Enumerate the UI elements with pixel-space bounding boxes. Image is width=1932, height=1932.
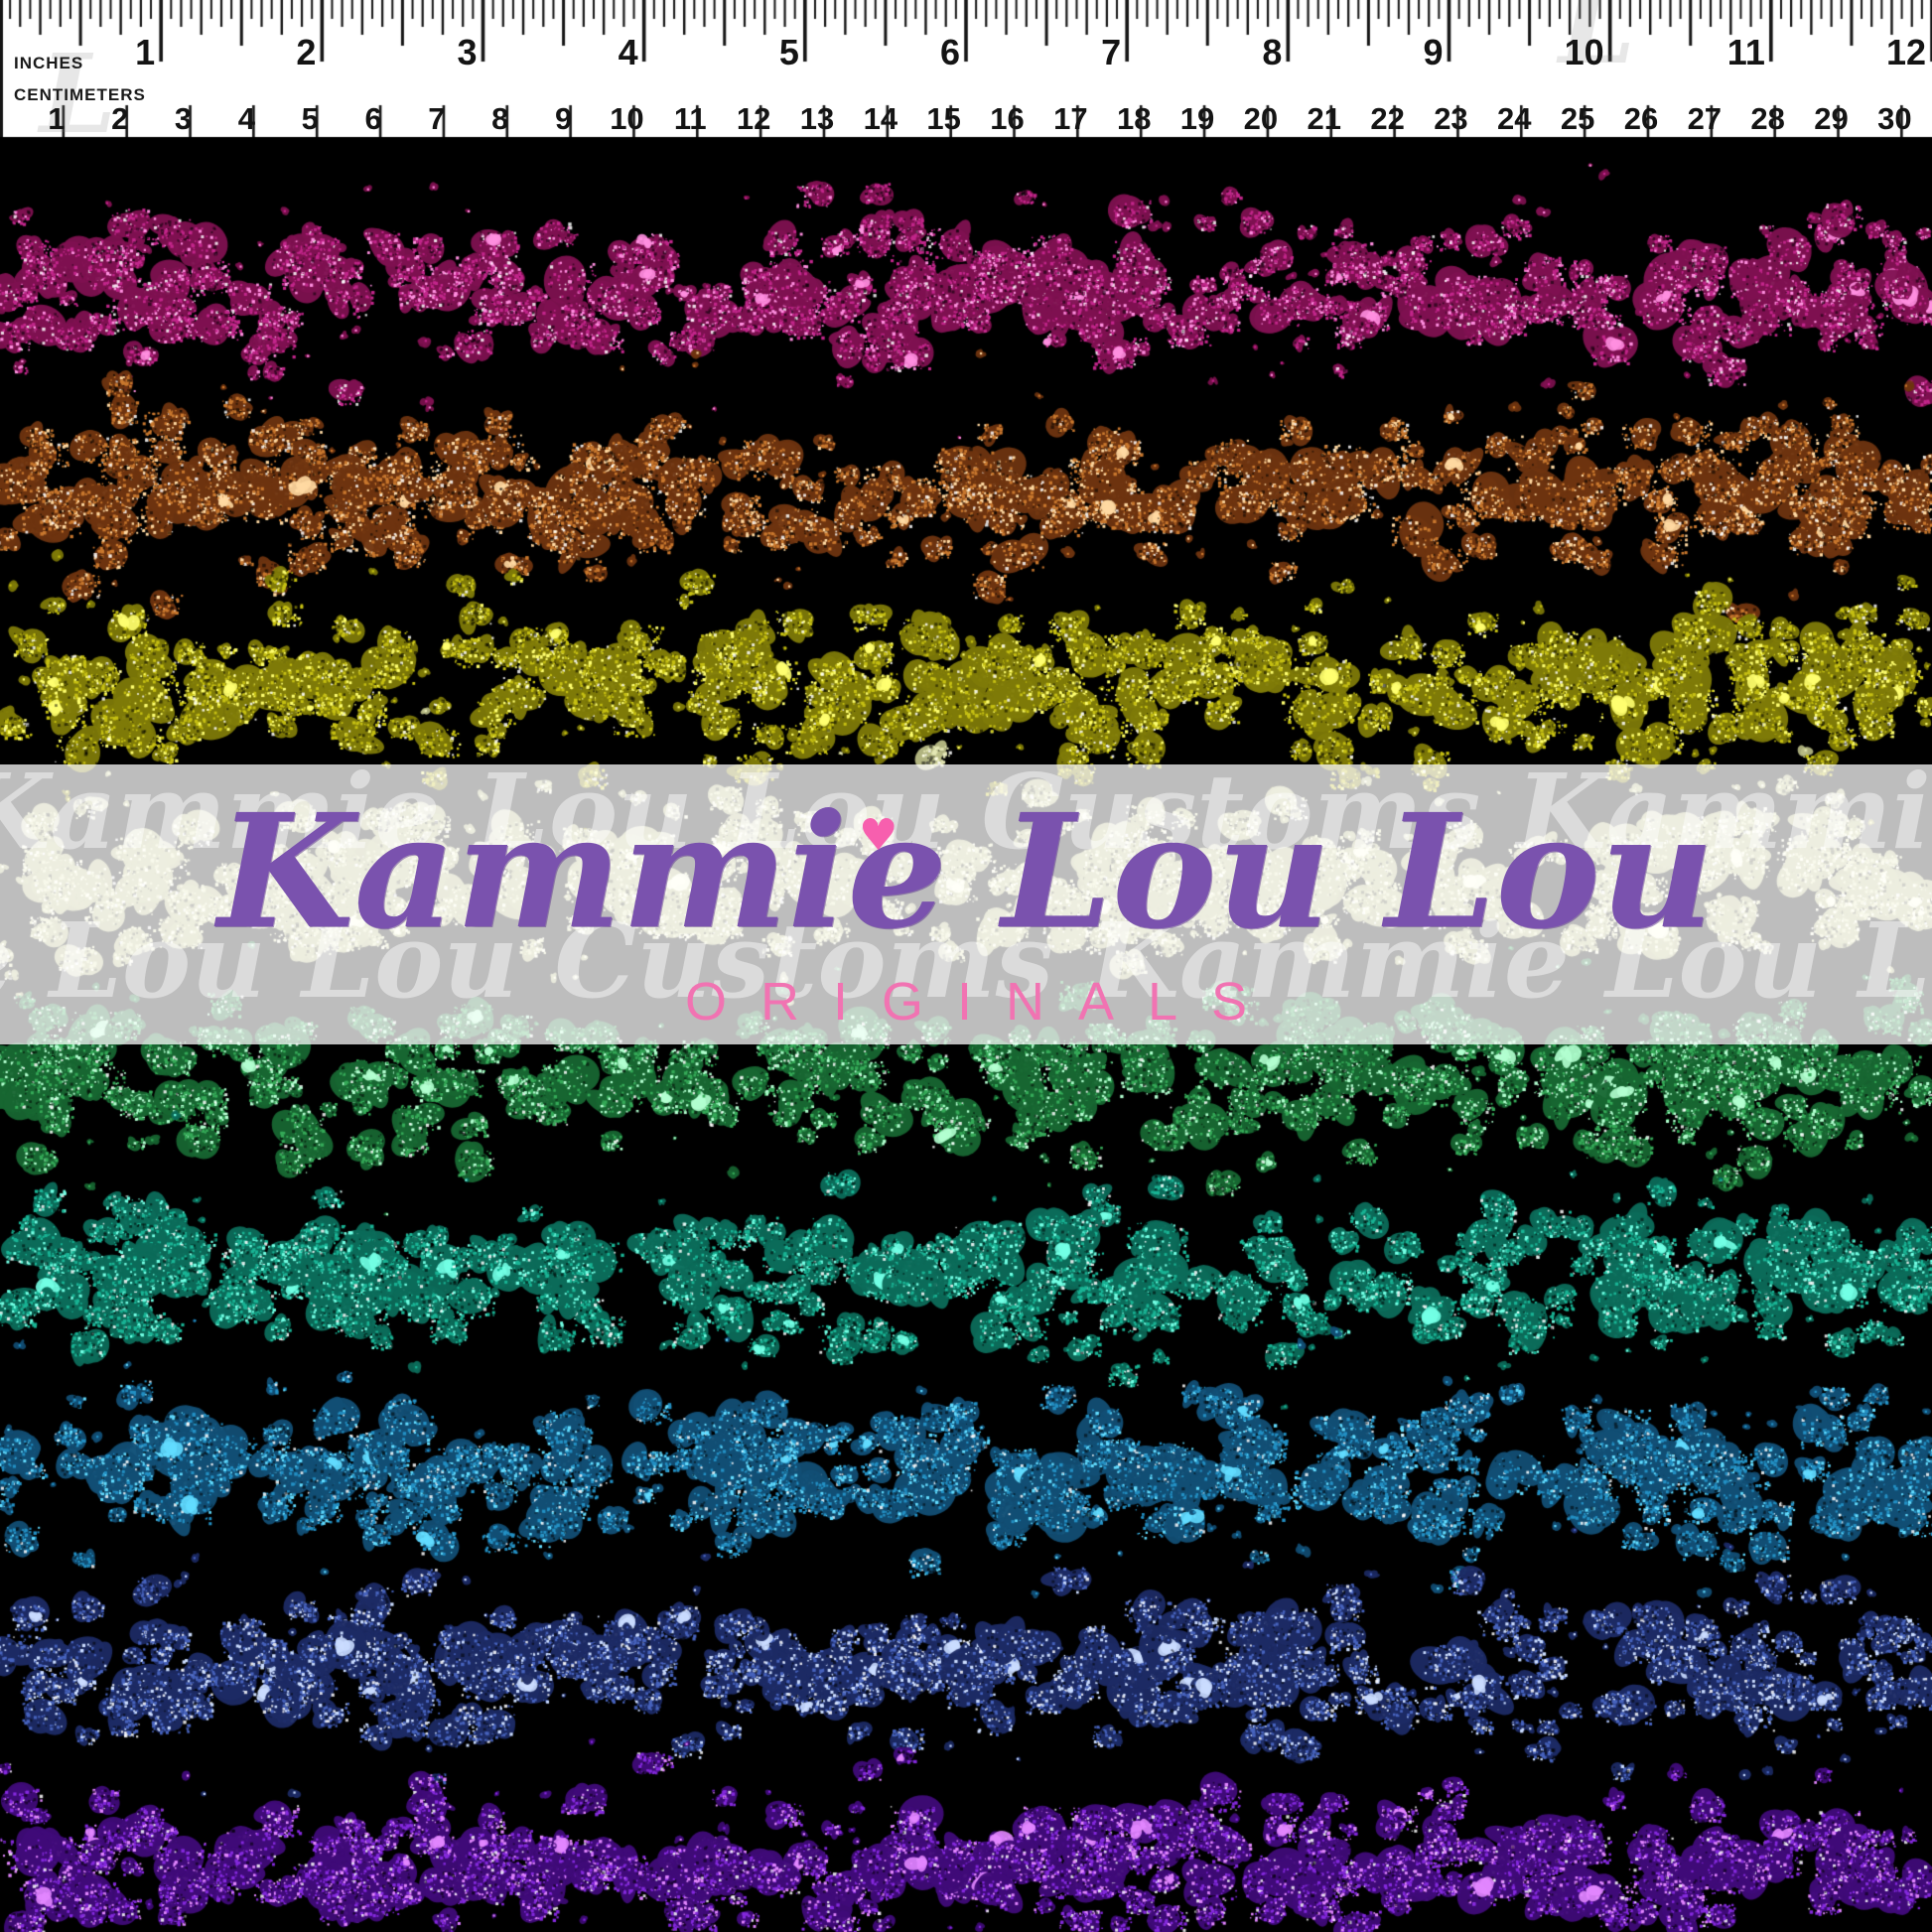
- cm-number: 9: [555, 101, 572, 137]
- inch-number: 2: [296, 32, 316, 73]
- inch-number: 5: [779, 32, 799, 73]
- cm-number: 7: [428, 101, 445, 137]
- inch-number: 7: [1101, 32, 1121, 73]
- cm-number: 24: [1497, 101, 1531, 137]
- inch-number: 9: [1423, 32, 1443, 73]
- cm-number: 1: [48, 101, 65, 137]
- inch-number: 4: [619, 32, 638, 73]
- cm-number: 23: [1434, 101, 1467, 137]
- cm-number: 14: [864, 101, 897, 137]
- inch-number: 1: [135, 32, 155, 73]
- cm-number: 5: [302, 101, 319, 137]
- heart-icon: ♥: [859, 810, 897, 861]
- cm-number: 19: [1180, 101, 1214, 137]
- brand-subtext: ORIGINALS: [0, 971, 1932, 1033]
- cm-number: 12: [737, 101, 770, 137]
- cm-number: 18: [1117, 101, 1151, 137]
- cm-number: 25: [1561, 101, 1594, 137]
- cm-number: 16: [990, 101, 1024, 137]
- cm-number: 27: [1688, 101, 1722, 137]
- brand-logo-text: Kammie Lou Lou: [0, 780, 1932, 964]
- cm-number: 15: [926, 101, 960, 137]
- cm-number: 29: [1814, 101, 1848, 137]
- inch-number: 12: [1886, 32, 1926, 73]
- cm-number: 22: [1370, 101, 1404, 137]
- inch-number: 6: [940, 32, 960, 73]
- cm-number: 10: [610, 101, 643, 137]
- watermark-band: Kammie Lou Lou Customs Kammie Lou Lou Cu…: [0, 764, 1932, 1044]
- inch-number: 11: [1727, 32, 1765, 73]
- cm-number: 4: [238, 101, 255, 137]
- cm-number: 21: [1307, 101, 1340, 137]
- cm-number: 28: [1750, 101, 1784, 137]
- cm-number: 13: [800, 101, 834, 137]
- cm-number: 2: [111, 101, 128, 137]
- cm-number: 8: [491, 101, 508, 137]
- cm-number: 3: [175, 101, 192, 137]
- cm-number: 11: [674, 101, 707, 137]
- inch-number: 10: [1565, 32, 1604, 73]
- cm-number: 6: [364, 101, 381, 137]
- brand-logo: Kammie Lou Lou ♥ ORIGINALS: [0, 764, 1932, 1044]
- cm-number: 17: [1053, 101, 1087, 137]
- ruler: L L INCHES CENTIMETERS 123456789101112 1…: [0, 0, 1932, 137]
- inch-number: 8: [1262, 32, 1282, 73]
- cm-number: 30: [1877, 101, 1911, 137]
- fabric-swatch-preview: L L INCHES CENTIMETERS 123456789101112 1…: [0, 0, 1932, 1932]
- cm-number: 26: [1624, 101, 1658, 137]
- inch-number: 3: [457, 32, 477, 73]
- cm-number: 20: [1244, 101, 1278, 137]
- inches-label: INCHES: [14, 54, 83, 73]
